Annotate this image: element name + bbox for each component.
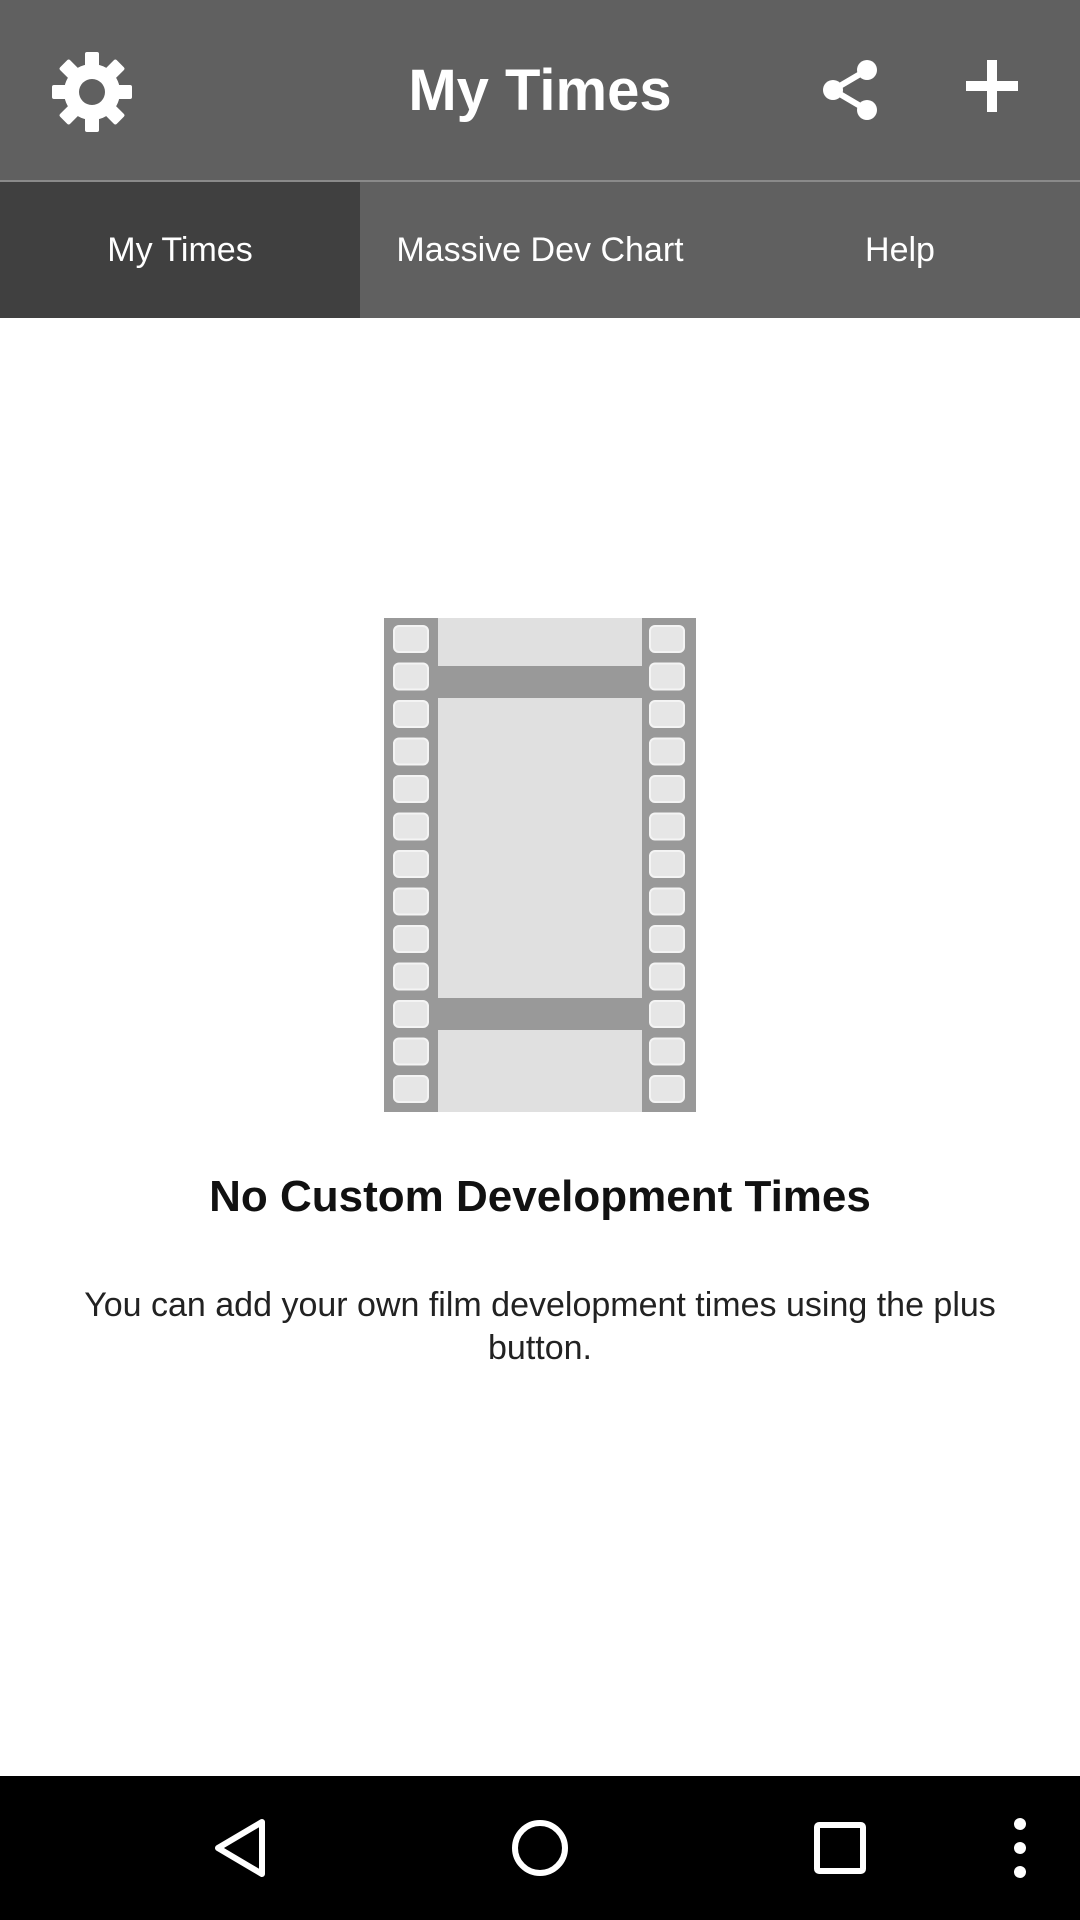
system-nav-bar	[0, 1776, 1080, 1920]
gear-icon	[52, 52, 132, 132]
tab-bar: My Times Massive Dev Chart Help	[0, 182, 1080, 318]
film-perforation	[393, 775, 429, 803]
film-perforation	[649, 1037, 685, 1066]
back-icon	[215, 1819, 265, 1877]
film-perforation	[649, 812, 685, 841]
film-perforation	[393, 887, 429, 916]
film-strip-icon	[384, 618, 696, 1112]
page-title: My Times	[408, 57, 672, 123]
film-perforation	[393, 850, 429, 878]
film-perforation	[393, 925, 429, 953]
recents-icon	[814, 1822, 866, 1874]
home-icon	[512, 1820, 568, 1876]
film-perforation	[649, 625, 685, 653]
film-perforation	[393, 1000, 429, 1028]
film-perforation	[649, 737, 685, 766]
film-perforation	[649, 1075, 685, 1103]
back-button[interactable]	[170, 1776, 310, 1920]
film-perforation	[649, 662, 685, 691]
overflow-menu-icon	[1014, 1818, 1026, 1878]
film-perforation	[649, 925, 685, 953]
share-button[interactable]	[800, 40, 900, 140]
film-perforation	[393, 1037, 429, 1066]
overflow-menu-button[interactable]	[970, 1776, 1070, 1920]
film-perforation	[393, 812, 429, 841]
recents-button[interactable]	[770, 1776, 910, 1920]
tab-help[interactable]: Help	[720, 182, 1080, 318]
film-perforation	[393, 625, 429, 653]
app-bar: My Times	[0, 0, 1080, 180]
tab-my-times[interactable]: My Times	[0, 182, 360, 318]
empty-state-title: No Custom Development Times	[209, 1172, 871, 1221]
film-perforation	[393, 700, 429, 728]
film-perforation	[649, 850, 685, 878]
film-perforation	[393, 737, 429, 766]
home-button[interactable]	[470, 1776, 610, 1920]
add-button[interactable]	[942, 36, 1042, 136]
film-perforation	[393, 962, 429, 991]
film-perforation	[649, 1000, 685, 1028]
film-perforation	[649, 700, 685, 728]
film-perforation	[649, 775, 685, 803]
film-perforation	[393, 1075, 429, 1103]
plus-icon	[966, 60, 1018, 112]
settings-button[interactable]	[40, 40, 144, 144]
film-perforation	[649, 887, 685, 916]
share-icon	[823, 60, 877, 120]
tab-massive-dev-chart[interactable]: Massive Dev Chart	[360, 182, 720, 318]
film-perforation	[649, 962, 685, 991]
film-perforation	[393, 662, 429, 691]
empty-state-description: You can add your own film development ti…	[84, 1286, 996, 1367]
